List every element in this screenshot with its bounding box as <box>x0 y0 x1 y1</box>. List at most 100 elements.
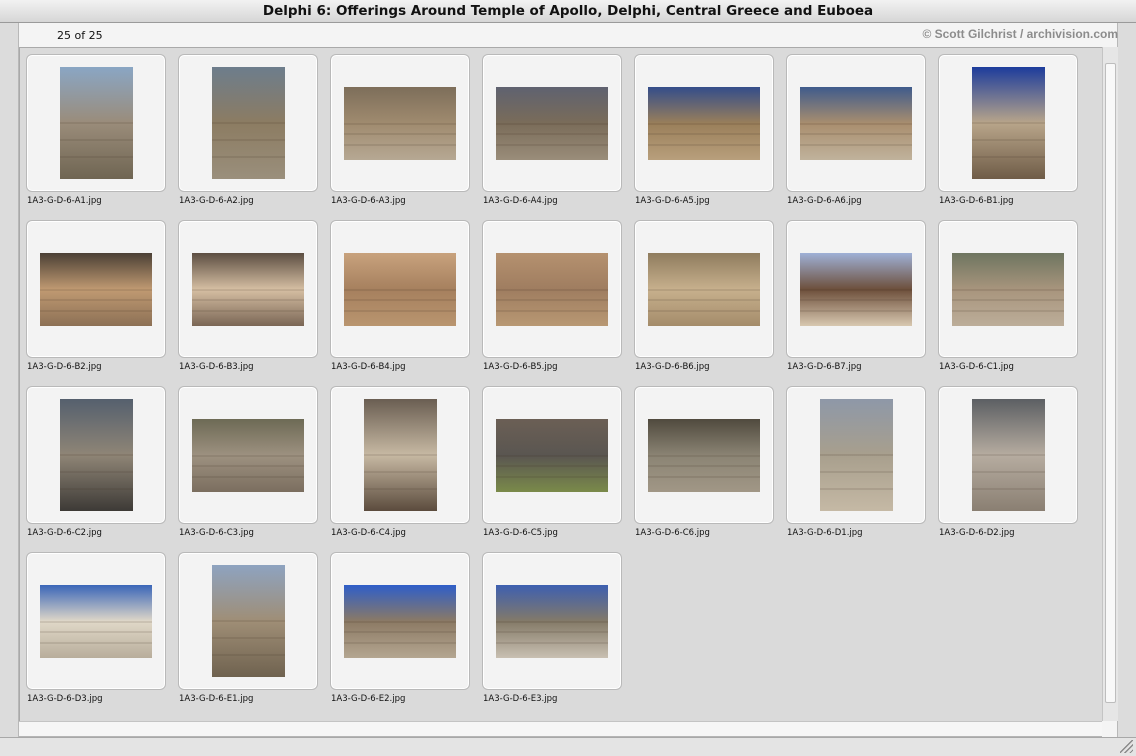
photo-thumbnail[interactable] <box>496 252 608 326</box>
thumbnail-filename: 1A3-G-D-6-C5.jpg <box>483 528 558 538</box>
thumbnail-filename: 1A3-G-D-6-C4.jpg <box>331 528 406 538</box>
thumbnail-item[interactable]: 1A3-G-D-6-E1.jpg <box>178 552 318 718</box>
thumbnail-item[interactable]: 1A3-G-D-6-E3.jpg <box>482 552 622 718</box>
thumbnail-frame[interactable] <box>634 220 774 358</box>
photo-thumbnail[interactable] <box>648 86 760 160</box>
photo-thumbnail[interactable] <box>363 399 437 511</box>
thumbnail-frame[interactable] <box>482 54 622 192</box>
thumbnail-item[interactable]: 1A3-G-D-6-C5.jpg <box>482 386 622 552</box>
thumbnail-filename: 1A3-G-D-6-D2.jpg <box>939 528 1015 538</box>
thumbnail-grid: 1A3-G-D-6-A1.jpg 1A3-G-D-6-A2.jpg 1A3-G-D-… <box>26 54 1078 718</box>
thumbnail-item[interactable]: 1A3-G-D-6-D1.jpg <box>786 386 926 552</box>
thumbnail-filename: 1A3-G-D-6-C3.jpg <box>179 528 254 538</box>
photo-thumbnail[interactable] <box>971 399 1045 511</box>
thumbnail-frame[interactable] <box>26 54 166 192</box>
thumbnail-item[interactable]: 1A3-G-D-6-B1.jpg <box>938 54 1078 220</box>
thumbnail-item[interactable]: 1A3-G-D-6-E2.jpg <box>330 552 470 718</box>
thumbnail-item[interactable]: 1A3-G-D-6-A6.jpg <box>786 54 926 220</box>
thumbnail-item[interactable]: 1A3-G-D-6-C2.jpg <box>26 386 166 552</box>
thumbnail-frame[interactable] <box>634 386 774 524</box>
thumbnail-item[interactable]: 1A3-G-D-6-B6.jpg <box>634 220 774 386</box>
thumbnail-frame[interactable] <box>178 552 318 690</box>
copyright-notice: © Scott Gilchrist / archivision.com <box>922 27 1118 41</box>
thumbnail-frame[interactable] <box>938 220 1078 358</box>
thumbnail-item[interactable]: 1A3-G-D-6-B3.jpg <box>178 220 318 386</box>
thumbnail-item[interactable]: 1A3-G-D-6-D2.jpg <box>938 386 1078 552</box>
thumbnail-item[interactable]: 1A3-G-D-6-D3.jpg <box>26 552 166 718</box>
thumbnail-gallery: 1A3-G-D-6-A1.jpg 1A3-G-D-6-A2.jpg 1A3-G-D-… <box>19 47 1102 721</box>
photo-thumbnail[interactable] <box>344 584 456 658</box>
thumbnail-frame[interactable] <box>178 386 318 524</box>
thumbnail-item[interactable]: 1A3-G-D-6-C1.jpg <box>938 220 1078 386</box>
thumbnail-filename: 1A3-G-D-6-D3.jpg <box>27 694 103 704</box>
photo-thumbnail[interactable] <box>800 252 912 326</box>
image-count: 25 of 25 <box>57 29 103 42</box>
photo-thumbnail[interactable] <box>496 86 608 160</box>
thumbnail-frame[interactable] <box>786 220 926 358</box>
thumbnail-frame[interactable] <box>330 54 470 192</box>
photo-thumbnail[interactable] <box>192 418 304 492</box>
thumbnail-frame[interactable] <box>26 220 166 358</box>
thumbnail-item[interactable]: 1A3-G-D-6-C4.jpg <box>330 386 470 552</box>
thumbnail-item[interactable]: 1A3-G-D-6-B7.jpg <box>786 220 926 386</box>
thumbnail-item[interactable]: 1A3-G-D-6-A2.jpg <box>178 54 318 220</box>
photo-thumbnail[interactable] <box>800 86 912 160</box>
thumbnail-frame[interactable] <box>330 386 470 524</box>
thumbnail-frame[interactable] <box>786 386 926 524</box>
status-bar <box>0 737 1136 756</box>
scrollbar-thumb[interactable] <box>1105 63 1116 703</box>
thumbnail-filename: 1A3-G-D-6-E1.jpg <box>179 694 254 704</box>
thumbnail-filename: 1A3-G-D-6-B5.jpg <box>483 362 558 372</box>
photo-thumbnail[interactable] <box>952 252 1064 326</box>
photo-thumbnail[interactable] <box>211 565 285 677</box>
thumbnail-item[interactable]: 1A3-G-D-6-B4.jpg <box>330 220 470 386</box>
thumbnail-item[interactable]: 1A3-G-D-6-B5.jpg <box>482 220 622 386</box>
thumbnail-frame[interactable] <box>330 220 470 358</box>
horizontal-scrollbar[interactable] <box>19 721 1102 737</box>
photo-thumbnail[interactable] <box>344 252 456 326</box>
photo-thumbnail[interactable] <box>496 418 608 492</box>
thumbnail-frame[interactable] <box>482 220 622 358</box>
thumbnail-item[interactable]: 1A3-G-D-6-A5.jpg <box>634 54 774 220</box>
thumbnail-filename: 1A3-G-D-6-D1.jpg <box>787 528 863 538</box>
photo-thumbnail[interactable] <box>59 67 133 179</box>
thumbnail-frame[interactable] <box>786 54 926 192</box>
thumbnail-filename: 1A3-G-D-6-B4.jpg <box>331 362 406 372</box>
thumbnail-frame[interactable] <box>26 386 166 524</box>
photo-thumbnail[interactable] <box>59 399 133 511</box>
photo-thumbnail[interactable] <box>344 86 456 160</box>
thumbnail-frame[interactable] <box>482 552 622 690</box>
photo-thumbnail[interactable] <box>648 252 760 326</box>
thumbnail-filename: 1A3-G-D-6-A2.jpg <box>179 196 254 206</box>
thumbnail-filename: 1A3-G-D-6-B3.jpg <box>179 362 254 372</box>
thumbnail-filename: 1A3-G-D-6-A3.jpg <box>331 196 406 206</box>
photo-thumbnail[interactable] <box>211 67 285 179</box>
thumbnail-item[interactable]: 1A3-G-D-6-A1.jpg <box>26 54 166 220</box>
thumbnail-frame[interactable] <box>482 386 622 524</box>
thumbnail-item[interactable]: 1A3-G-D-6-A4.jpg <box>482 54 622 220</box>
photo-thumbnail[interactable] <box>971 67 1045 179</box>
thumbnail-item[interactable]: 1A3-G-D-6-C3.jpg <box>178 386 318 552</box>
thumbnail-frame[interactable] <box>26 552 166 690</box>
photo-thumbnail[interactable] <box>819 399 893 511</box>
photo-thumbnail[interactable] <box>192 252 304 326</box>
thumbnail-frame[interactable] <box>178 54 318 192</box>
photo-thumbnail[interactable] <box>648 418 760 492</box>
thumbnail-frame[interactable] <box>178 220 318 358</box>
thumbnail-frame[interactable] <box>330 552 470 690</box>
thumbnail-filename: 1A3-G-D-6-A1.jpg <box>27 196 102 206</box>
vertical-scrollbar[interactable] <box>1102 47 1118 721</box>
photo-thumbnail[interactable] <box>40 252 152 326</box>
thumbnail-item[interactable]: 1A3-G-D-6-C6.jpg <box>634 386 774 552</box>
thumbnail-item[interactable]: 1A3-G-D-6-B2.jpg <box>26 220 166 386</box>
photo-thumbnail[interactable] <box>496 584 608 658</box>
thumbnail-item[interactable]: 1A3-G-D-6-A3.jpg <box>330 54 470 220</box>
resize-grip-icon[interactable] <box>1120 740 1133 753</box>
thumbnail-frame[interactable] <box>938 54 1078 192</box>
thumbnail-frame[interactable] <box>938 386 1078 524</box>
thumbnail-filename: 1A3-G-D-6-B1.jpg <box>939 196 1014 206</box>
thumbnail-filename: 1A3-G-D-6-B2.jpg <box>27 362 102 372</box>
photo-thumbnail[interactable] <box>40 584 152 658</box>
thumbnail-filename: 1A3-G-D-6-B6.jpg <box>635 362 710 372</box>
thumbnail-frame[interactable] <box>634 54 774 192</box>
